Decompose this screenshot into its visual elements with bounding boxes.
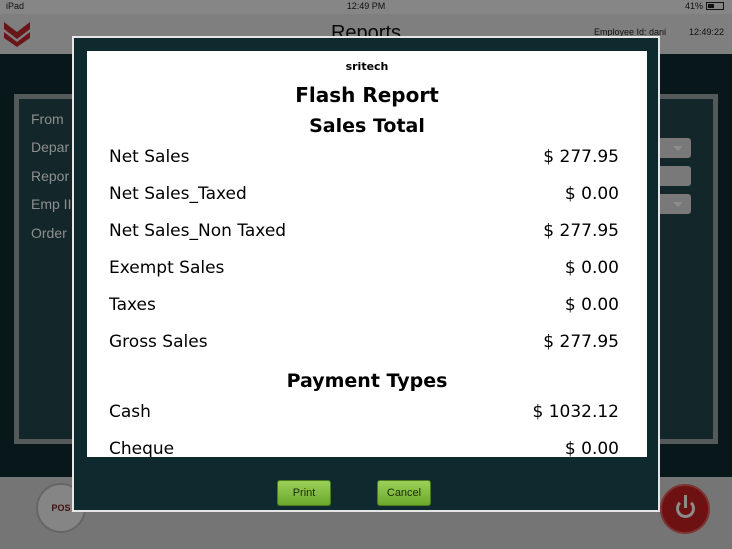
row-value: $ 0.00 bbox=[564, 184, 619, 204]
payment-row: Cash $ 1032.12 bbox=[109, 402, 619, 426]
row-label: Net Sales_Non Taxed bbox=[109, 221, 287, 241]
report-preview[interactable]: sritech Flash Report Sales Total Net Sal… bbox=[87, 51, 647, 457]
row-value: $ 0.00 bbox=[564, 258, 619, 278]
sales-section-title: Sales Total bbox=[309, 115, 425, 137]
row-label: Cheque bbox=[109, 439, 175, 457]
sales-row: Net Sales $ 277.95 bbox=[109, 147, 619, 171]
row-value: $ 277.95 bbox=[543, 147, 619, 167]
print-button[interactable]: Print bbox=[277, 480, 331, 506]
company-name: sritech bbox=[345, 60, 389, 73]
row-label: Gross Sales bbox=[109, 332, 208, 352]
sales-row: Exempt Sales $ 0.00 bbox=[109, 258, 619, 282]
report-title: Flash Report bbox=[295, 83, 439, 107]
row-label: Net Sales bbox=[109, 147, 190, 167]
row-label: Taxes bbox=[109, 295, 156, 315]
row-value: $ 277.95 bbox=[543, 221, 619, 241]
payment-section-title: Payment Types bbox=[286, 370, 448, 392]
row-value: $ 0.00 bbox=[564, 295, 619, 315]
flash-report-modal: sritech Flash Report Sales Total Net Sal… bbox=[72, 36, 660, 512]
row-value: $ 277.95 bbox=[543, 332, 619, 352]
payment-row: Cheque $ 0.00 bbox=[109, 439, 619, 457]
row-label: Cash bbox=[109, 402, 151, 422]
row-value: $ 0.00 bbox=[564, 439, 619, 457]
sales-row: Net Sales_Taxed $ 0.00 bbox=[109, 184, 619, 208]
cancel-button[interactable]: Cancel bbox=[377, 480, 431, 506]
row-label: Exempt Sales bbox=[109, 258, 225, 278]
row-value: $ 1032.12 bbox=[532, 402, 619, 422]
row-label: Net Sales_Taxed bbox=[109, 184, 247, 204]
sales-row: Net Sales_Non Taxed $ 277.95 bbox=[109, 221, 619, 245]
sales-row: Gross Sales $ 277.95 bbox=[109, 332, 619, 356]
sales-row: Taxes $ 0.00 bbox=[109, 295, 619, 319]
